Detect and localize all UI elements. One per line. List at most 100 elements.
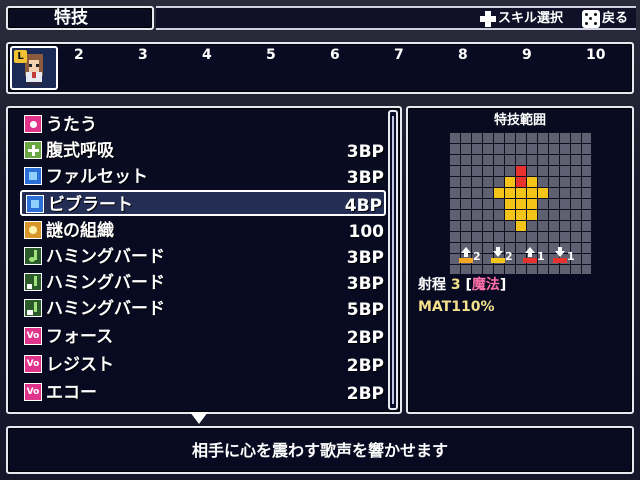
range-cell [582, 265, 591, 274]
range-cell [560, 199, 570, 209]
party-slot-7[interactable]: 7 [394, 46, 404, 64]
range-cell [472, 166, 482, 176]
skill-row[interactable]: 謎の組織 100 [20, 218, 386, 244]
skill-row[interactable]: Vo エコー 2BP [20, 380, 386, 406]
party-slot-9[interactable]: 9 [522, 46, 532, 64]
range-cell [549, 155, 559, 165]
range-cell [461, 188, 471, 198]
range-cell-active [516, 177, 526, 187]
cancel-button-icon[interactable] [582, 10, 600, 28]
skill-description: 相手に心を震わす歌声を響かせます [191, 441, 448, 460]
range-cell [494, 177, 504, 187]
range-cell [483, 155, 493, 165]
range-cell [472, 199, 482, 209]
range-cell [516, 155, 526, 165]
range-cell [461, 265, 471, 274]
back-button[interactable]: 戻る [602, 9, 628, 29]
note-icon [24, 247, 42, 265]
range-cell-active [527, 188, 537, 198]
range-cell [461, 177, 471, 187]
skill-cost: 2BP [346, 356, 384, 376]
skill-name: 謎の組織 [46, 221, 114, 241]
range-cell-active [516, 221, 526, 231]
blue-square-icon [26, 195, 44, 213]
range-cell [461, 199, 471, 209]
mystery-icon [24, 221, 42, 239]
range-cell [538, 265, 548, 274]
range-cell [494, 221, 504, 231]
range-cell-active [516, 210, 526, 220]
range-cell [483, 166, 493, 176]
skill-row[interactable]: ハミングバード 3BP [20, 244, 386, 270]
range-type-close: ] [499, 277, 507, 293]
range-cell [505, 221, 515, 231]
mat-line: MAT110% [418, 298, 495, 316]
range-cell [472, 210, 482, 220]
skill-row[interactable]: ハミングバード 5BP [20, 296, 386, 322]
range-cell-active [494, 188, 504, 198]
range-cell [582, 232, 591, 242]
vo-icon: Vo [24, 355, 42, 373]
skill-name: エコー [46, 383, 97, 403]
description-box: 相手に心を震わす歌声を響かせます [6, 426, 634, 474]
range-cell [450, 232, 460, 242]
range-cell [461, 144, 471, 154]
party-slot-3[interactable]: 3 [138, 46, 148, 64]
skill-row[interactable]: ハミングバード 3BP [20, 270, 386, 296]
party-slot-6[interactable]: 6 [330, 46, 340, 64]
party-slot-4[interactable]: 4 [202, 46, 212, 64]
skill-row[interactable]: うたう [20, 112, 386, 138]
range-cell [549, 188, 559, 198]
blue-square-icon [24, 167, 42, 185]
range-cell [505, 265, 515, 274]
range-cell [560, 265, 570, 274]
party-slot-1[interactable]: L [10, 46, 58, 90]
skill-cost: 100 [348, 222, 385, 242]
range-cell [472, 155, 482, 165]
skill-row[interactable]: Vo レジスト 2BP [20, 352, 386, 378]
range-cell [549, 232, 559, 242]
range-line: 射程 3 [魔法] [418, 276, 506, 294]
range-value: 3 [450, 277, 461, 293]
range-cell [472, 221, 482, 231]
range-cell [549, 144, 559, 154]
scrollbar[interactable] [388, 110, 398, 410]
party-slot-8[interactable]: 8 [458, 46, 468, 64]
range-cell [483, 232, 493, 242]
range-cell [494, 265, 504, 274]
range-cell-active [538, 188, 548, 198]
range-cell-active [505, 210, 515, 220]
skill-cost: 3BP [346, 248, 384, 268]
range-cell [560, 232, 570, 242]
skill-row[interactable]: ファルセット 3BP [20, 164, 386, 190]
range-cell [461, 166, 471, 176]
party-slot-10[interactable]: 10 [586, 46, 605, 64]
skill-row[interactable]: 腹式呼吸 3BP [20, 138, 386, 164]
range-cell [582, 221, 591, 231]
range-cell [527, 221, 537, 231]
range-cell [450, 155, 460, 165]
range-cell [450, 210, 460, 220]
party-slot-5[interactable]: 5 [266, 46, 276, 64]
range-cell [450, 188, 460, 198]
range-cell [516, 243, 526, 253]
range-cell [560, 210, 570, 220]
skill-row-selected[interactable]: ビブラート 4BP [20, 190, 386, 216]
range-cell-active [505, 188, 515, 198]
range-cell-active [516, 199, 526, 209]
range-cell [483, 210, 493, 220]
range-cell [472, 144, 482, 154]
range-cell [483, 199, 493, 209]
party-slot-2[interactable]: 2 [74, 46, 84, 64]
range-cell [483, 265, 493, 274]
range-cell [582, 177, 591, 187]
skill-cost: 3BP [346, 142, 384, 162]
skill-row[interactable]: Vo フォース 2BP [20, 324, 386, 350]
range-cell [494, 166, 504, 176]
range-cell [571, 144, 581, 154]
skill-name: ハミングバード [46, 299, 165, 319]
range-cell [571, 265, 581, 274]
range-panel: 特技範囲 2 2 1 1 射程 3 [魔法] MAT110% [406, 106, 634, 414]
scrollbar-thumb[interactable] [392, 116, 394, 404]
range-cell [538, 177, 548, 187]
